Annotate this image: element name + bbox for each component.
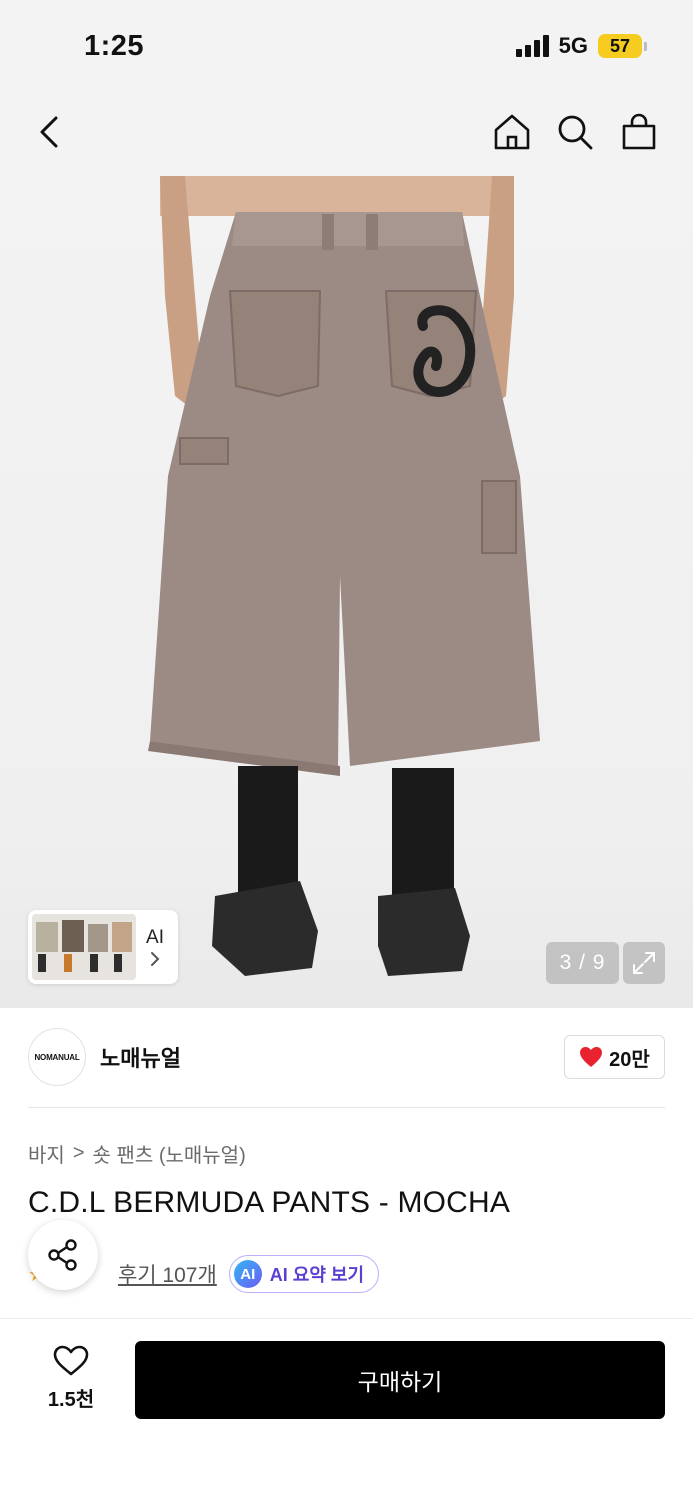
product-title: C.D.L BERMUDA PANTS - MOCHA: [28, 1186, 511, 1219]
gallery-page-counter: 3 / 9: [546, 942, 619, 984]
home-icon: [494, 114, 530, 150]
expand-icon: [633, 952, 655, 974]
review-link[interactable]: 후기 107개: [118, 1259, 217, 1289]
ai-summary-label: AI 요약 보기: [269, 1265, 365, 1285]
breadcrumb-separator: >: [72, 1142, 85, 1164]
ai-badge-icon: AI: [233, 1260, 262, 1288]
product-image: [148, 176, 540, 976]
share-icon: [48, 1239, 77, 1271]
back-button[interactable]: [26, 108, 74, 156]
signal-icon: [515, 35, 549, 57]
status-indicators: 5G 57: [515, 33, 647, 59]
expand-gallery-button[interactable]: [623, 942, 665, 984]
cart-button[interactable]: [615, 108, 663, 156]
ai-styling-thumbnail[interactable]: AI: [28, 910, 178, 984]
heart-filled-icon: [580, 1047, 603, 1067]
chevron-left-icon: [40, 116, 58, 148]
wishlist-button[interactable]: 1.5천: [36, 1345, 106, 1412]
brand-logo: NOMANUAL: [28, 1028, 86, 1086]
bottom-action-bar: 1.5천 구매하기: [0, 1318, 693, 1500]
chevron-right-icon: [151, 952, 160, 966]
breadcrumb-category[interactable]: 바지: [28, 1139, 65, 1168]
ai-summary-button[interactable]: AI AI 요약 보기: [228, 1255, 380, 1293]
search-button[interactable]: [551, 108, 599, 156]
divider: [28, 1107, 665, 1108]
breadcrumb-subcategory[interactable]: 숏 팬츠 (노매뉴얼): [93, 1139, 246, 1168]
buy-button[interactable]: 구매하기: [135, 1341, 665, 1419]
nav-bar: [0, 92, 693, 176]
breadcrumb: 바지 > 숏 팬츠 (노매뉴얼): [28, 1139, 246, 1168]
home-button[interactable]: [488, 108, 536, 156]
wishlist-count: 1.5천: [47, 1389, 95, 1411]
brand-name: 노매뉴얼: [100, 1046, 181, 1071]
brand-like-count: 20만: [609, 1048, 650, 1071]
share-button[interactable]: [28, 1220, 98, 1290]
status-time: 1:25: [84, 30, 145, 62]
brand-row[interactable]: NOMANUAL 노매뉴얼 20만: [28, 1028, 665, 1086]
battery-level: 57: [598, 34, 642, 58]
network-type: 5G: [558, 33, 588, 58]
product-gallery[interactable]: AI 3 / 9: [0, 176, 693, 1008]
thumbnail-image: [32, 914, 136, 980]
heart-outline-icon: [53, 1345, 89, 1376]
ai-thumb-label: AI: [146, 927, 164, 948]
battery-icon: 57: [598, 34, 647, 58]
brand-like-button[interactable]: 20만: [564, 1035, 665, 1079]
status-bar: 1:25 5G 57: [0, 0, 693, 92]
shopping-bag-icon: [622, 113, 656, 150]
search-icon: [558, 115, 593, 150]
